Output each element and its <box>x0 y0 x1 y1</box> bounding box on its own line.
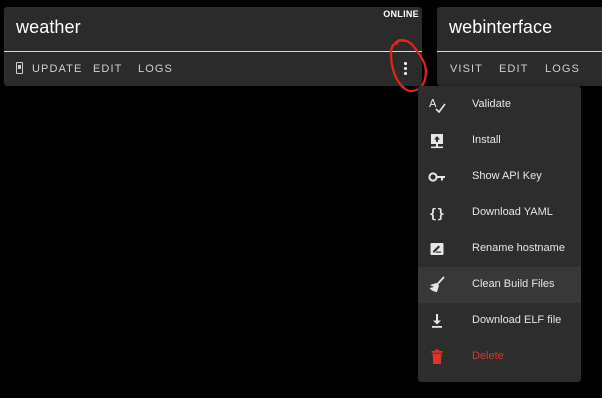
menu-item-rename-hostname[interactable]: Rename hostname <box>418 231 581 267</box>
delete-icon <box>431 349 443 364</box>
card-title: webinterface <box>449 17 553 37</box>
code-braces-icon: {} <box>429 207 445 222</box>
cellphone-arrow-icon <box>16 62 23 74</box>
overflow-menu: A Validate Install Show API Key {} Downl… <box>418 86 581 382</box>
menu-item-download-elf[interactable]: Download ELF file <box>418 303 581 339</box>
device-card-webinterface: webinterface VISIT EDIT LOGS <box>437 7 602 86</box>
menu-item-label: Clean Build Files <box>472 278 555 290</box>
edit-button[interactable]: EDIT <box>499 63 528 75</box>
spellcheck-icon: A <box>429 97 446 114</box>
menu-item-show-api-key[interactable]: Show API Key <box>418 159 581 195</box>
card-actions: UPDATE EDIT LOGS <box>4 52 422 86</box>
logs-button[interactable]: LOGS <box>138 63 173 75</box>
update-button[interactable]: UPDATE <box>32 63 82 75</box>
key-icon <box>428 172 445 182</box>
menu-item-label: Download ELF file <box>472 314 562 326</box>
rename-icon <box>430 243 444 255</box>
broom-icon <box>429 276 445 292</box>
status-badge: ONLINE <box>383 9 419 19</box>
menu-item-install[interactable]: Install <box>418 123 581 159</box>
menu-item-clean-build-files[interactable]: Clean Build Files <box>418 267 581 303</box>
menu-item-label: Rename hostname <box>472 242 565 254</box>
menu-item-delete[interactable]: Delete <box>418 339 581 375</box>
device-card-weather: weather ONLINE UPDATE EDIT LOGS <box>4 7 422 86</box>
menu-item-validate[interactable]: A Validate <box>418 87 581 123</box>
logs-button[interactable]: LOGS <box>545 63 580 75</box>
svg-text:{}: {} <box>429 207 445 222</box>
menu-item-label: Validate <box>472 98 511 110</box>
menu-item-label: Download YAML <box>472 206 553 218</box>
edit-button[interactable]: EDIT <box>93 63 122 75</box>
menu-item-download-yaml[interactable]: {} Download YAML <box>418 195 581 231</box>
card-title: weather <box>16 17 81 37</box>
menu-item-label: Delete <box>472 350 504 362</box>
download-icon <box>432 314 442 328</box>
svg-text:A: A <box>429 97 437 110</box>
menu-item-label: Install <box>472 134 501 146</box>
card-actions: VISIT EDIT LOGS <box>437 52 602 86</box>
more-options-icon[interactable] <box>398 55 414 81</box>
visit-button[interactable]: VISIT <box>450 63 483 75</box>
menu-item-label: Show API Key <box>472 170 542 182</box>
upload-icon <box>431 134 443 149</box>
